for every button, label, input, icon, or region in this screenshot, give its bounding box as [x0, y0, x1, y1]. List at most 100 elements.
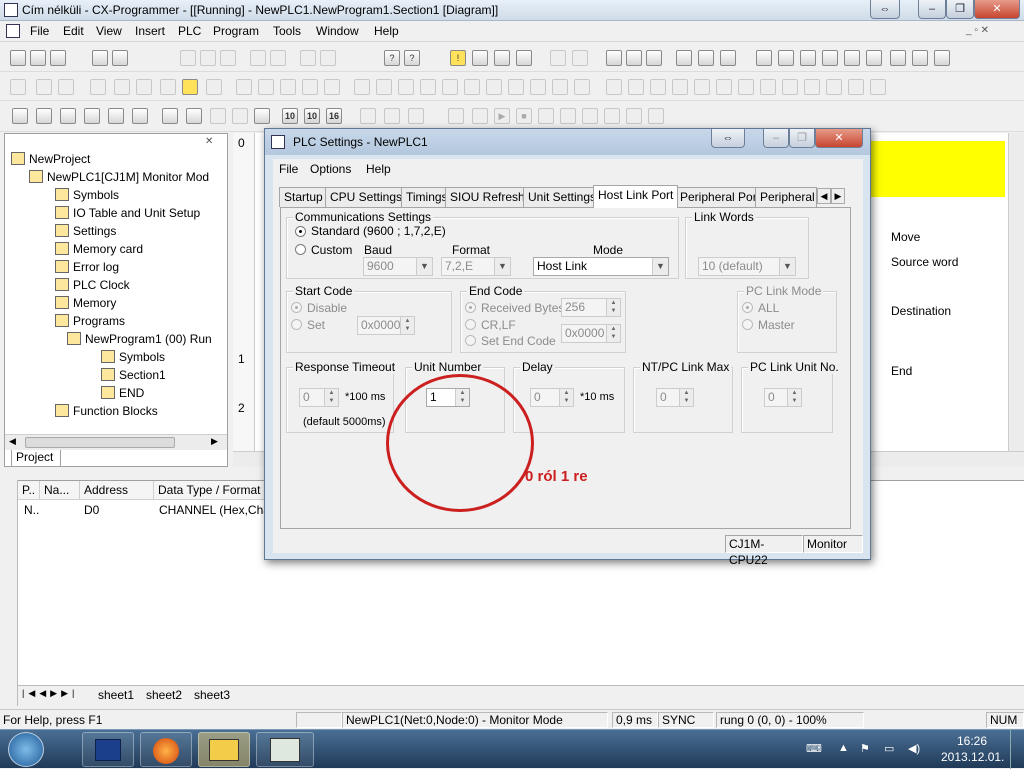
tool-b-icon[interactable] [698, 50, 714, 66]
copy-icon[interactable] [200, 50, 216, 66]
zoom-icon[interactable] [10, 79, 26, 95]
run-icon[interactable] [550, 50, 566, 66]
nq-task[interactable] [256, 732, 314, 767]
cut-icon[interactable] [180, 50, 196, 66]
col-header-type[interactable]: Data Type / Format [154, 481, 274, 500]
radio-received-bytes[interactable] [465, 302, 476, 313]
spin-arrows-icon[interactable]: ▲ ▼ [324, 389, 338, 406]
tab-scroll-right-icon[interactable]: ▶ [831, 188, 845, 204]
comment-icon[interactable] [182, 79, 198, 95]
io-window-icon[interactable] [254, 108, 270, 124]
window-f-icon[interactable] [866, 50, 882, 66]
or-nc-icon[interactable] [324, 79, 340, 95]
start-button[interactable] [8, 732, 44, 767]
tree-item[interactable]: Section1 [101, 368, 166, 382]
menu-help[interactable]: Help [374, 24, 399, 38]
radio-set-end-code[interactable] [465, 335, 476, 346]
tab-cpu-settings[interactable]: CPU Settings [325, 187, 408, 207]
zoom-16-icon[interactable]: 16 [326, 108, 342, 124]
clock-time[interactable]: 16:26 [957, 734, 987, 748]
vertical-icon[interactable] [354, 79, 370, 95]
print-preview-icon[interactable] [92, 50, 108, 66]
format-icon[interactable] [206, 79, 222, 95]
tree-item[interactable]: Settings [55, 224, 116, 238]
tab-peripheral-s[interactable]: Peripheral S [755, 187, 817, 207]
pc-link-unit-input[interactable]: 0 ▲ ▼ [764, 388, 802, 407]
tree-item[interactable]: Function Blocks [55, 404, 158, 418]
tree-item[interactable]: IO Table and Unit Setup [55, 206, 200, 220]
tree-scrollbar[interactable]: ◀ ▶ [5, 434, 227, 450]
maximize-button[interactable]: ❐ [946, 0, 974, 19]
contact-no-icon[interactable] [258, 79, 274, 95]
cell-address[interactable]: D0 [84, 503, 99, 517]
window-c-icon[interactable] [800, 50, 816, 66]
scroll-left-icon[interactable]: ◀ [9, 436, 16, 447]
replace-icon[interactable] [320, 50, 336, 66]
tree-item[interactable]: Symbols [101, 350, 165, 364]
col-header-name[interactable]: Na... [40, 481, 80, 500]
tree-item[interactable]: Memory card [55, 242, 143, 256]
clock-date[interactable]: 2013.12.01. [941, 750, 1004, 764]
online-edit-icon[interactable] [650, 79, 666, 95]
print-icon[interactable] [112, 50, 128, 66]
dialog-menu-help[interactable]: Help [366, 162, 391, 176]
menu-program[interactable]: Program [213, 24, 259, 38]
menu-edit[interactable]: Edit [63, 24, 84, 38]
fb-icon[interactable] [552, 79, 568, 95]
menu-plc[interactable]: PLC [178, 24, 201, 38]
find-icon[interactable] [300, 50, 316, 66]
zoom-10-icon[interactable]: 10 [282, 108, 298, 124]
search-icon[interactable] [58, 79, 74, 95]
coil-no-icon[interactable] [398, 79, 414, 95]
col-header-address[interactable]: Address [80, 481, 154, 500]
minimize-button[interactable]: – [918, 0, 946, 19]
ladder-icon[interactable] [162, 108, 178, 124]
delay-input[interactable]: 0 ▲ ▼ [530, 388, 574, 407]
tree-item[interactable]: PLC Clock [55, 278, 130, 292]
paste-icon[interactable] [220, 50, 236, 66]
tray-flag-icon[interactable]: ⚑ [860, 742, 870, 755]
help-icon[interactable]: ? [384, 50, 400, 66]
menu-insert[interactable]: Insert [135, 24, 165, 38]
window-h-icon[interactable] [912, 50, 928, 66]
radio-pc-link-master[interactable] [742, 319, 753, 330]
response-timeout-input[interactable]: 0 ▲ ▼ [299, 388, 339, 407]
tab-siou-refresh[interactable]: SIOU Refresh [445, 187, 530, 207]
dialog-resize-icon[interactable]: ⇔ [711, 129, 745, 148]
diff-icon[interactable] [804, 79, 820, 95]
pdo-icon[interactable] [508, 79, 524, 95]
tree-scroll-thumb[interactable] [25, 437, 175, 448]
reset-icon[interactable] [782, 79, 798, 95]
compile-icon[interactable] [606, 79, 622, 95]
instruction-icon[interactable] [442, 79, 458, 95]
compare-icon[interactable] [516, 50, 532, 66]
pause-sim-icon[interactable] [538, 108, 554, 124]
coil-nc-icon[interactable] [420, 79, 436, 95]
spin-arrows-icon[interactable]: ▲ ▼ [606, 325, 620, 342]
menu-view[interactable]: View [96, 24, 122, 38]
radio-crlf[interactable] [465, 319, 476, 330]
tab-scroll-left-icon[interactable]: ◀ [817, 188, 831, 204]
window-d-icon[interactable] [822, 50, 838, 66]
select-icon[interactable] [236, 79, 252, 95]
dialog-menu-options[interactable]: Options [310, 162, 351, 176]
set-icon[interactable] [760, 79, 776, 95]
step-left-icon[interactable] [408, 108, 424, 124]
received-bytes-input[interactable]: 256 ▲ ▼ [561, 298, 621, 317]
sim-run-icon[interactable] [472, 108, 488, 124]
tab-startup[interactable]: Startup [279, 187, 328, 207]
horizontal-icon[interactable] [376, 79, 392, 95]
mode-monitor-icon[interactable] [646, 50, 662, 66]
spin-arrows-icon[interactable]: ▲ ▼ [559, 389, 573, 406]
tool-c-icon[interactable] [720, 50, 736, 66]
tree-item[interactable]: Memory [55, 296, 116, 310]
show-desktop-button[interactable] [1010, 730, 1024, 769]
cell-p[interactable]: N.. [24, 503, 39, 517]
tree-item[interactable]: Symbols [55, 188, 119, 202]
context-help-icon[interactable]: ? [404, 50, 420, 66]
online-icon[interactable] [472, 50, 488, 66]
save-icon[interactable] [50, 50, 66, 66]
pdi-icon[interactable] [464, 79, 480, 95]
radio-custom[interactable] [295, 244, 306, 255]
sheet-tab[interactable]: sheet2 [146, 688, 182, 702]
